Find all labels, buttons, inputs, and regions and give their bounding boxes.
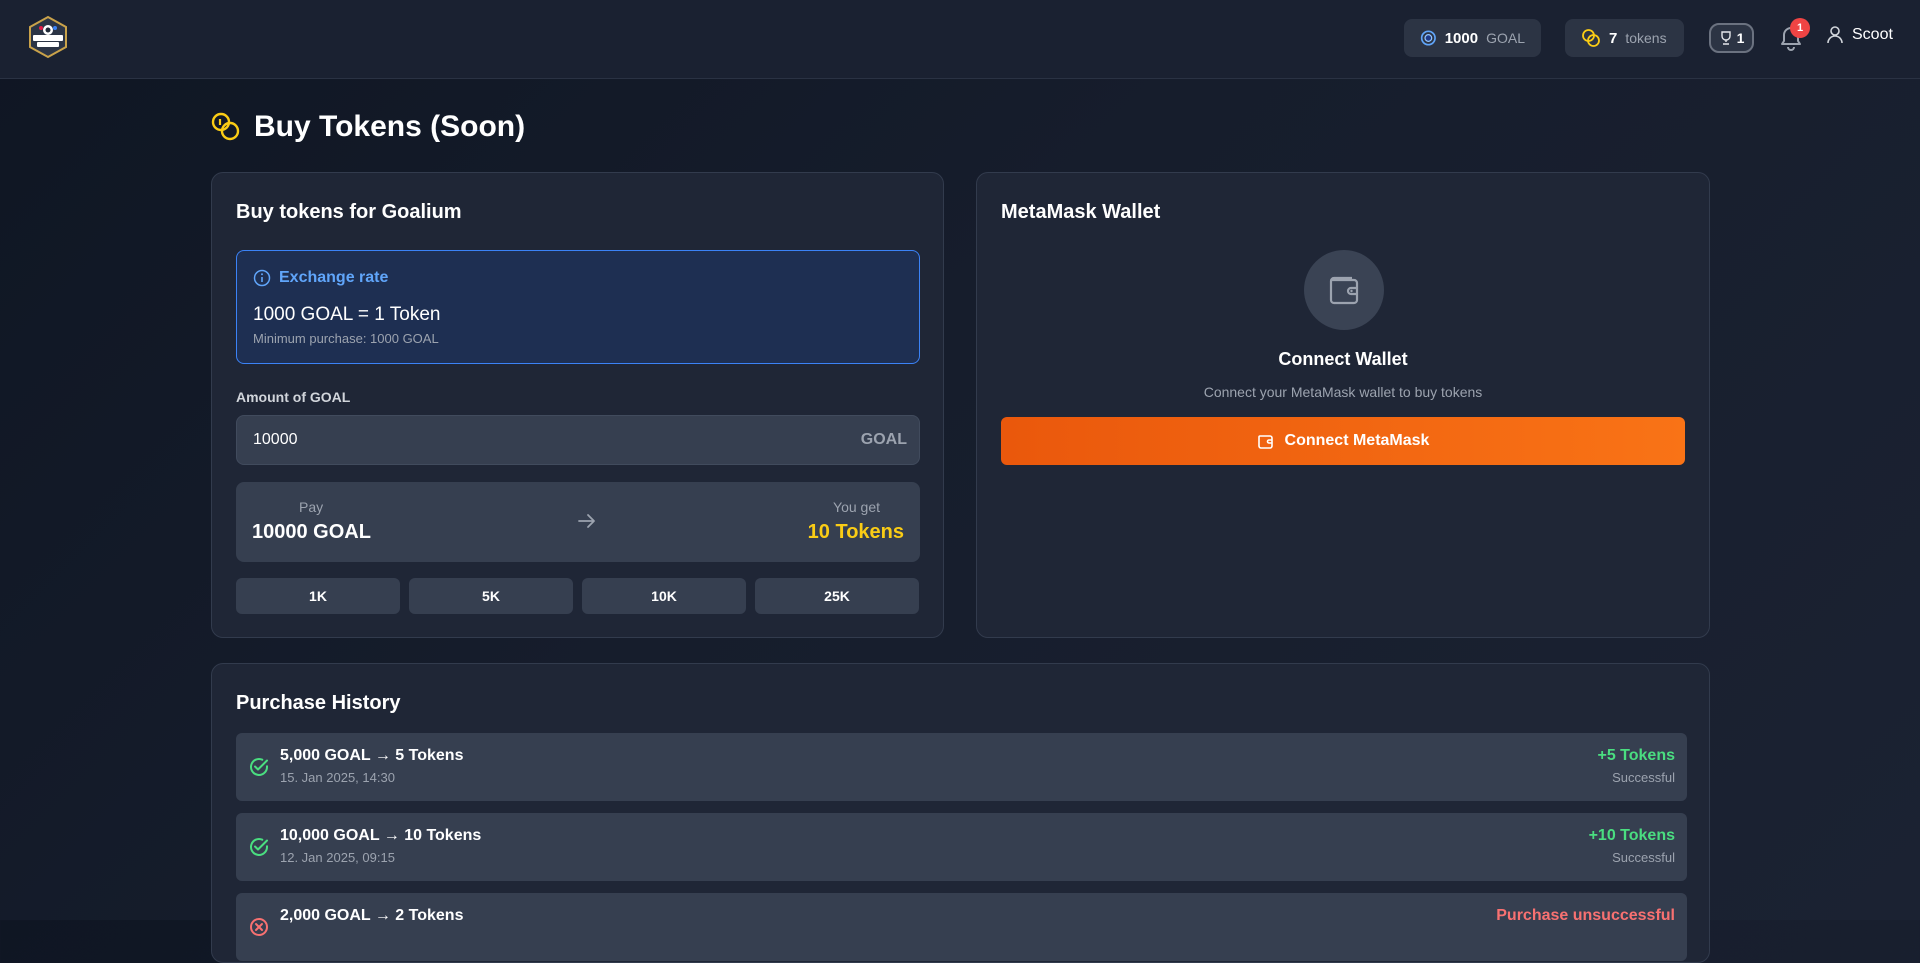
connect-metamask-button[interactable]: Connect MetaMask [1001,417,1685,465]
purchase-history-title: Purchase History [236,692,401,714]
check-circle-icon [250,838,268,856]
crypto-goal-logo[interactable] [26,15,70,59]
quick-amount-10k-button[interactable]: 10K [582,578,746,614]
connect-metamask-label: Connect MetaMask [1284,432,1430,449]
history-row-title: 5,000 GOAL → 5 Tokens [280,747,464,764]
history-row-title: 10,000 GOAL → 10 Tokens [280,827,482,844]
top-header: 1000 GOAL 7 tokens 1 1 Scoot [0,0,1920,79]
connect-wallet-subtitle: Connect your MetaMask wallet to buy toke… [1203,384,1483,400]
goal-coin-icon [1420,30,1436,46]
history-row-title: 2,000 GOAL → 2 Tokens [280,907,464,924]
buy-card-title: Buy tokens for Goalium [236,201,462,223]
amount-input[interactable] [237,416,837,464]
pay-label: Pay [299,499,324,515]
metamask-wallet-card: MetaMask Wallet Connect Wallet Connect y… [976,172,1710,638]
amount-suffix: GOAL [860,431,907,448]
quick-amount-5k-button[interactable]: 5K [409,578,573,614]
connect-wallet-title: Connect Wallet [1278,349,1408,369]
get-value: 10 Tokens [807,521,904,543]
get-label: You get [833,499,880,515]
user-icon [1827,26,1843,44]
goal-balance-value: 1000 [1444,29,1479,47]
buy-tokens-card: Buy tokens for Goalium Exchange rate 100… [211,172,944,638]
history-row-status: Successful [1612,850,1675,865]
pay-value: 10000 GOAL [252,521,371,543]
arrow-right-icon [578,514,595,528]
history-row-date: 15. Jan 2025, 14:30 [280,770,395,785]
exchange-rate-label: Exchange rate [279,269,389,286]
history-row[interactable]: 10,000 GOAL → 10 Tokens 12. Jan 2025, 09… [236,813,1687,881]
rank-badge-count: 1 [1736,30,1745,46]
tokens-balance-pill[interactable]: 7 tokens [1565,19,1684,57]
history-row-amount: Purchase unsuccessful [1496,907,1675,924]
goal-balance-unit: GOAL [1486,30,1525,46]
purchase-history-card: Purchase History 5,000 GOAL → 5 Tokens 1… [211,663,1710,963]
history-row-amount: +5 Tokens [1597,747,1675,764]
minimum-purchase: Minimum purchase: 1000 GOAL [253,331,439,346]
info-icon [253,269,271,287]
username: Scoot [1852,26,1893,43]
history-row-date: 12. Jan 2025, 09:15 [280,850,395,865]
exchange-rate-box: Exchange rate 1000 GOAL = 1 Token Minimu… [236,250,920,364]
page-title-text: Buy Tokens (Soon) [254,110,526,143]
coins-icon [211,112,240,141]
check-circle-icon [250,758,268,776]
wallet-icon [1257,435,1273,449]
history-row-amount: +10 Tokens [1588,827,1675,844]
rank-badge-pill[interactable]: 1 [1709,23,1754,53]
user-menu[interactable]: Scoot [1827,26,1893,44]
quick-amount-25k-button[interactable]: 25K [755,578,919,614]
wallet-card-title: MetaMask Wallet [1001,201,1161,223]
tokens-balance-value: 7 [1609,29,1618,47]
history-row[interactable]: 5,000 GOAL → 5 Tokens 15. Jan 2025, 14:3… [236,733,1687,801]
history-row-status: Successful [1612,770,1675,785]
exchange-rate-value: 1000 GOAL = 1 Token [253,304,441,325]
notification-count-badge: 1 [1790,18,1810,38]
wallet-icon-circle [1304,250,1384,330]
error-circle-icon [250,918,268,936]
goal-balance-pill[interactable]: 1000 GOAL [1404,19,1541,57]
purchase-summary: Pay 10000 GOAL You get 10 Tokens [236,482,920,562]
trophy-icon [1720,31,1731,45]
coins-icon [1582,29,1600,47]
amount-field[interactable]: GOAL [236,415,920,465]
page-title: Buy Tokens (Soon) [210,110,525,144]
amount-label: Amount of GOAL [236,389,351,405]
history-row[interactable]: 2,000 GOAL → 2 Tokens Purchase unsuccess… [236,893,1687,961]
tokens-balance-unit: tokens [1625,30,1667,46]
quick-amount-1k-button[interactable]: 1K [236,578,400,614]
wallet-icon [1329,276,1359,305]
